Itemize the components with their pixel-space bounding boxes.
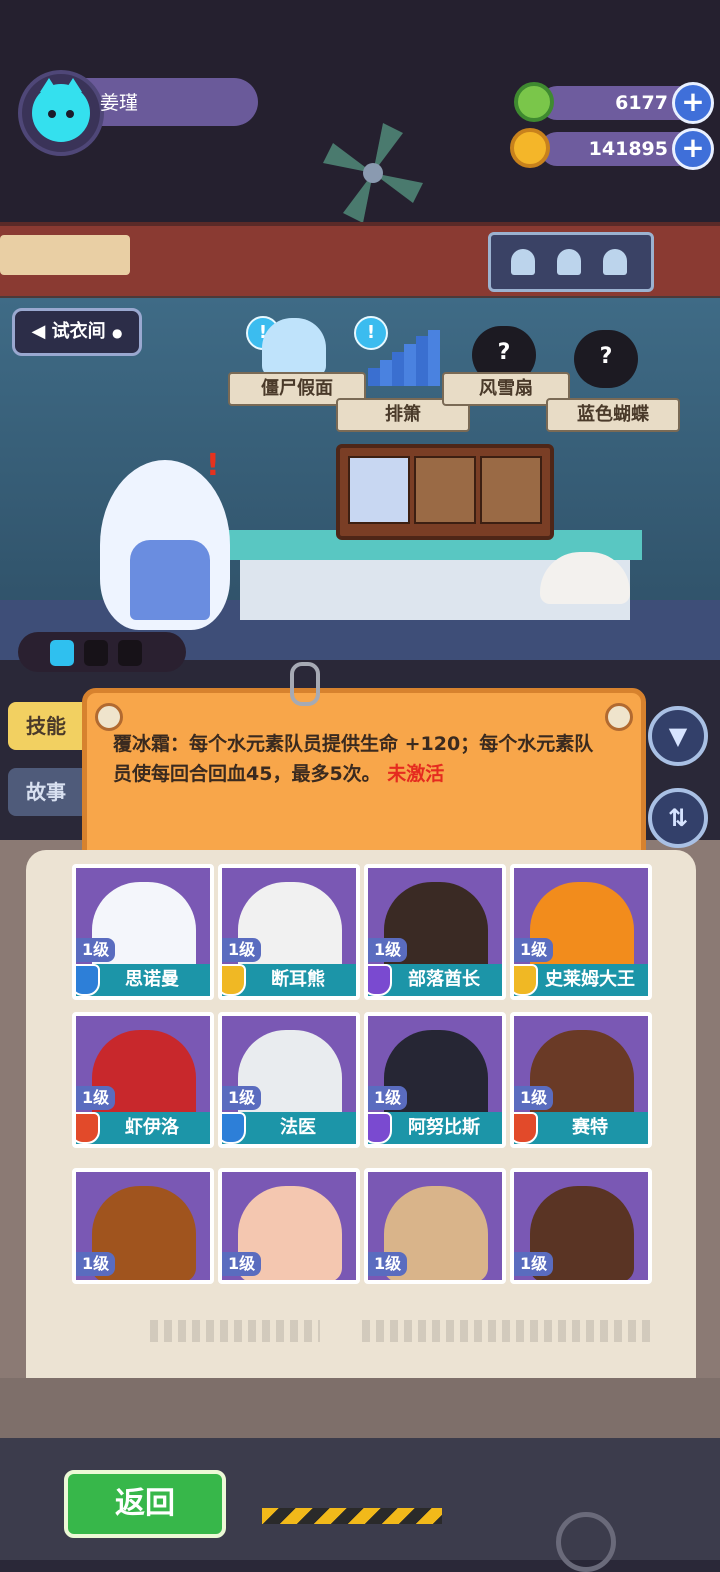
rarity-shield-icon bbox=[222, 1112, 246, 1144]
energy-cell-icon bbox=[118, 640, 142, 666]
character-card[interactable]: 1级 法医 bbox=[218, 1012, 360, 1148]
level-badge: 1级 bbox=[514, 938, 554, 962]
rarity-shield-icon bbox=[76, 1112, 100, 1144]
add-gems-button[interactable]: + bbox=[672, 82, 714, 124]
ghost-icon bbox=[603, 249, 627, 275]
player-name: 姜瑾 bbox=[100, 92, 139, 114]
energy-bar bbox=[18, 632, 186, 672]
frame-slot bbox=[480, 456, 542, 524]
character-card[interactable]: 1级 bbox=[364, 1168, 506, 1284]
coin-value: 141895 bbox=[588, 138, 668, 160]
character-grid: 1级 思诺曼 1级 断耳熊 1级 部落酋长 1级 史莱姆大王 1级 虾伊洛 1级… bbox=[72, 864, 658, 1284]
character-card[interactable]: 1级 思诺曼 bbox=[72, 864, 214, 1000]
blurred-text bbox=[362, 1320, 652, 1342]
character-name: 赛特 bbox=[572, 1117, 608, 1138]
tab-skill[interactable]: 技能 bbox=[8, 702, 84, 750]
character-card[interactable]: 1级 阿努比斯 bbox=[364, 1012, 506, 1148]
rarity-shield-icon bbox=[222, 964, 246, 996]
tab-story[interactable]: 故事 bbox=[8, 768, 84, 816]
character-card[interactable]: 1级 bbox=[510, 1168, 652, 1284]
pin-icon bbox=[605, 703, 633, 731]
level-badge: 1级 bbox=[514, 1252, 554, 1276]
level-badge: 1级 bbox=[368, 938, 408, 962]
fitting-room-label: 试衣间 bbox=[51, 321, 106, 342]
item-label[interactable]: 蓝色蝴蝶 bbox=[546, 398, 680, 432]
level-badge: 1级 bbox=[76, 1086, 116, 1110]
character-name: 阿努比斯 bbox=[408, 1117, 480, 1138]
character-name: 断耳熊 bbox=[271, 969, 325, 990]
book-spine bbox=[0, 1378, 720, 1438]
character-card[interactable]: 1级 断耳熊 bbox=[218, 864, 360, 1000]
character-name: 史莱姆大王 bbox=[545, 969, 635, 990]
character-name: 虾伊洛 bbox=[125, 1117, 179, 1138]
fan-icon bbox=[323, 123, 423, 223]
chevron-left-icon: ◀ bbox=[31, 321, 46, 342]
cat-avatar-icon bbox=[32, 78, 90, 142]
add-coins-button[interactable]: + bbox=[672, 128, 714, 170]
alert-icon: ! bbox=[206, 448, 220, 483]
level-badge: 1级 bbox=[76, 1252, 116, 1276]
level-badge: 1级 bbox=[76, 938, 116, 962]
character-name: 部落酋长 bbox=[408, 969, 480, 990]
panpipe-icon[interactable] bbox=[368, 330, 442, 386]
filter-icon: ▼ bbox=[668, 722, 688, 750]
dot-icon: ● bbox=[111, 326, 123, 340]
level-badge: 1级 bbox=[514, 1086, 554, 1110]
portrait-frame bbox=[336, 444, 554, 540]
character-card[interactable]: 1级 bbox=[218, 1168, 360, 1284]
rarity-shield-icon bbox=[368, 964, 392, 996]
ice-crown-icon[interactable] bbox=[262, 318, 326, 376]
character-card[interactable]: 1级 史莱姆大王 bbox=[510, 864, 652, 1000]
character-card[interactable]: 1级 赛特 bbox=[510, 1012, 652, 1148]
back-button[interactable]: 返回 bbox=[64, 1470, 226, 1538]
level-badge: 1级 bbox=[222, 1086, 262, 1110]
vent bbox=[0, 235, 130, 275]
level-badge: 1级 bbox=[222, 938, 262, 962]
rarity-shield-icon bbox=[368, 1112, 392, 1144]
gear-icon bbox=[556, 1512, 616, 1572]
character-name: 法医 bbox=[280, 1117, 316, 1138]
skill-panel: 覆冰霜：每个水元素队员提供生命 +120；每个水元素队员使每回合回血45，最多5… bbox=[82, 688, 646, 876]
character-card[interactable]: 1级 部落酋长 bbox=[364, 864, 506, 1000]
fitting-room-button[interactable]: ◀ 试衣间 ● bbox=[12, 308, 142, 356]
rarity-shield-icon bbox=[76, 964, 100, 996]
character-card[interactable]: 1级 bbox=[72, 1168, 214, 1284]
gem-value: 6177 bbox=[615, 92, 668, 114]
skill-text: 覆冰霜：每个水元素队员提供生命 +120；每个水元素队员使每回合回血45，最多5… bbox=[113, 733, 594, 785]
hero-dress bbox=[130, 540, 210, 620]
hazard-stripe bbox=[262, 1508, 442, 1524]
character-name: 思诺曼 bbox=[125, 969, 179, 990]
frame-slot bbox=[414, 456, 476, 524]
sort-button[interactable]: ⇅ bbox=[648, 788, 708, 848]
ghost-icon bbox=[511, 249, 535, 275]
avatar[interactable] bbox=[18, 70, 104, 156]
level-badge: 1级 bbox=[368, 1086, 408, 1110]
energy-cell-icon bbox=[50, 640, 74, 666]
rarity-shield-icon bbox=[514, 1112, 538, 1144]
ghost-panel bbox=[488, 232, 654, 292]
energy-cell-icon bbox=[84, 640, 108, 666]
rarity-shield-icon bbox=[514, 964, 538, 996]
filter-button[interactable]: ▼ bbox=[648, 706, 708, 766]
pin-icon bbox=[95, 703, 123, 731]
mystery-icon[interactable]: ? bbox=[574, 330, 638, 388]
character-card[interactable]: 1级 虾伊洛 bbox=[72, 1012, 214, 1148]
skill-description: 覆冰霜：每个水元素队员提供生命 +120；每个水元素队员使每回合回血45，最多5… bbox=[113, 729, 603, 789]
paperclip-icon bbox=[290, 662, 320, 706]
level-badge: 1级 bbox=[222, 1252, 262, 1276]
ghost-icon bbox=[557, 249, 581, 275]
frame-slot bbox=[348, 456, 410, 524]
level-badge: 1级 bbox=[368, 1252, 408, 1276]
blurred-text bbox=[150, 1320, 320, 1342]
skill-status: 未激活 bbox=[387, 763, 445, 785]
swap-icon: ⇅ bbox=[667, 804, 689, 832]
